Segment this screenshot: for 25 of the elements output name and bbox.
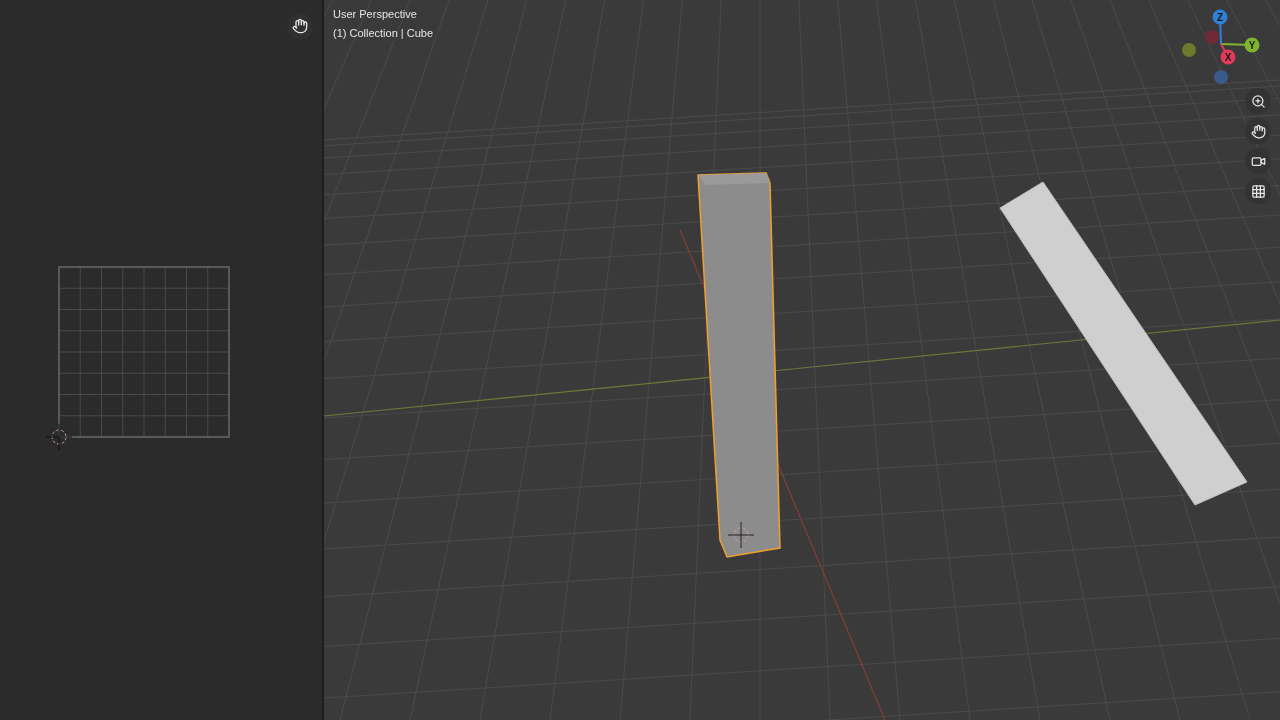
axis-dot[interactable] [1182, 43, 1196, 57]
3d-viewport[interactable]: User Perspective (1) Collection | Cube Z Y X [324, 0, 1280, 720]
axis-label: Z [1216, 11, 1224, 23]
projection-toggle-button[interactable] [1245, 178, 1271, 204]
collection-info: (1) Collection | Cube [333, 25, 434, 41]
axis-dot[interactable] [1220, 49, 1236, 65]
hand-icon [1250, 123, 1266, 139]
axis-label: Y [1248, 39, 1256, 51]
hand-icon [292, 18, 308, 34]
box-column[interactable] [697, 172, 781, 558]
axis-dot[interactable] [1244, 37, 1260, 53]
axis-label: X [1224, 51, 1232, 63]
zoom-icon [1250, 93, 1266, 109]
axis-dot[interactable] [1212, 9, 1228, 25]
grid-icon [1250, 183, 1266, 199]
axis-dot[interactable] [1214, 70, 1228, 84]
3d-cursor-icon [727, 521, 755, 549]
axis-dot[interactable] [1205, 30, 1219, 44]
navigation-gizmo[interactable]: Z Y X [1170, 0, 1270, 92]
pan-button[interactable] [287, 13, 313, 39]
camera-view-button[interactable] [1245, 148, 1271, 174]
view-name: User Perspective [333, 7, 418, 22]
pan-view-button[interactable] [1245, 118, 1271, 144]
plank[interactable] [999, 181, 1248, 506]
zoom-button[interactable] [1245, 88, 1271, 114]
